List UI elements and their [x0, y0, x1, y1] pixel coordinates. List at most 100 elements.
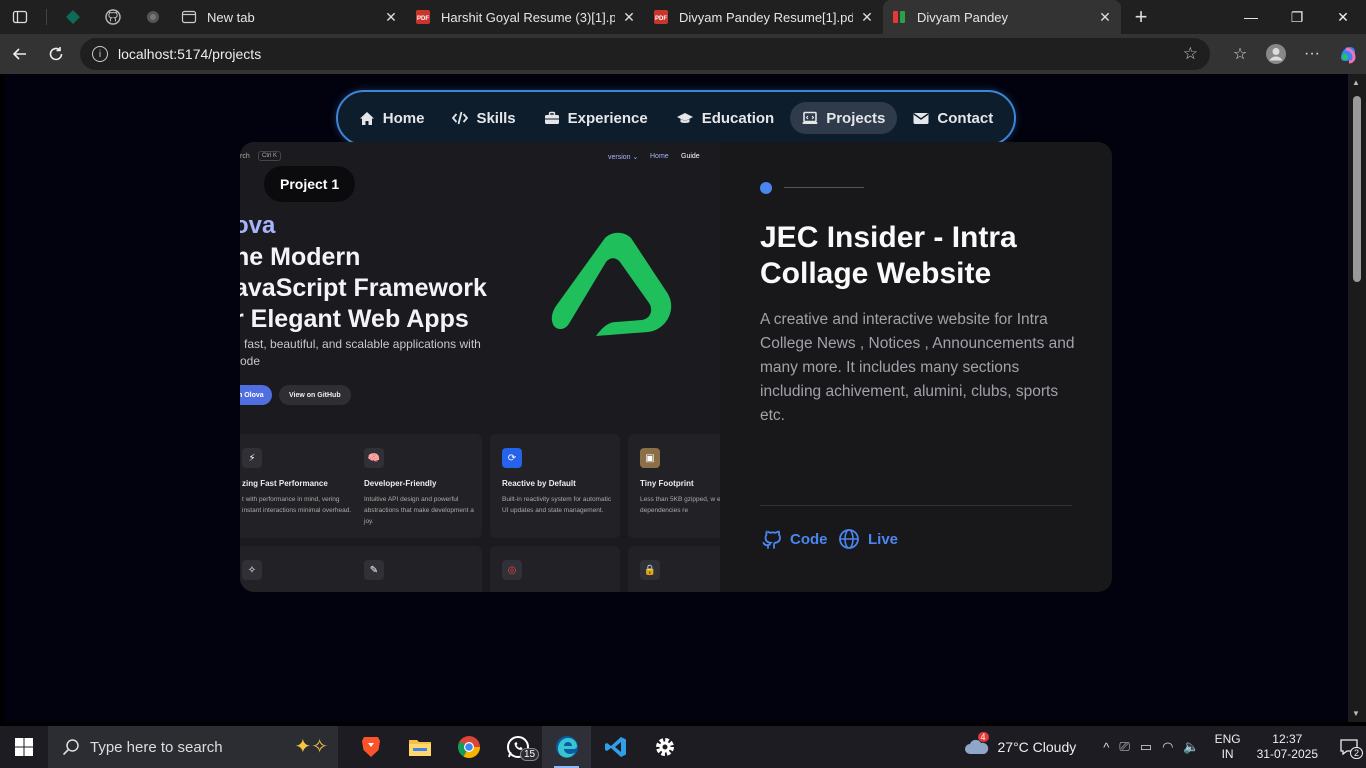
code-icon — [452, 111, 469, 125]
nav-label: Home — [382, 109, 425, 127]
screenshot-guide-link: Guide — [681, 153, 700, 160]
nav-projects[interactable]: Projects — [790, 102, 898, 134]
page-scrollbar[interactable]: ▲ ▼ — [1348, 74, 1366, 722]
taskbar-edge[interactable] — [542, 726, 591, 768]
feature-card: ✎ — [352, 546, 482, 592]
tab-divyam-resume[interactable]: PDF Divyam Pandey Resume[1].pdf ✕ — [645, 0, 883, 34]
feature-card: ▣ Tiny Footprint Less than 5KB gzipped, … — [628, 434, 720, 538]
feature-card: ⟳ Reactive by Default Built-in reactivit… — [490, 434, 620, 538]
code-link[interactable]: Code — [760, 528, 828, 550]
target-icon: ◎ — [502, 560, 522, 580]
live-link[interactable]: Live — [838, 528, 898, 550]
tab-title: Divyam Pandey Resume[1].pdf — [679, 9, 853, 25]
accent-dot — [760, 182, 772, 194]
feature-card: ◎ — [490, 546, 620, 592]
meet-icon[interactable]: ⎚ — [1119, 739, 1129, 755]
tab-divyam-pandey[interactable]: Divyam Pandey ✕ — [883, 0, 1121, 34]
taskbar-vscode[interactable] — [591, 726, 640, 768]
envelope-icon — [913, 112, 929, 124]
reload-icon — [49, 47, 63, 61]
headline-line: r Elegant Web Apps — [240, 305, 469, 333]
taskbar-file-explorer[interactable] — [395, 726, 444, 768]
project-badge: Project 1 — [264, 166, 356, 202]
screenshot-headline: he Modern avaScript Framework r Elegant … — [240, 242, 554, 335]
pinned-tab-1[interactable] — [53, 0, 93, 34]
accent-line — [784, 187, 864, 188]
nav-education[interactable]: Education — [664, 102, 787, 134]
profile-button[interactable] — [1258, 38, 1294, 70]
tab-title: Divyam Pandey — [917, 9, 1009, 25]
screenshot-subtitle: d fast, beautiful, and scalable applicat… — [240, 337, 481, 368]
screenshot-header: rch Ctrl K version ⌄ Home Guide — [240, 150, 720, 166]
scroll-up-icon[interactable]: ▲ — [1352, 78, 1360, 87]
copilot-button[interactable] — [1330, 38, 1366, 70]
close-tab-icon[interactable]: ✕ — [859, 9, 875, 26]
screenshot-primary-button: n Olova — [240, 385, 272, 405]
favorite-star-icon[interactable]: ☆ — [1183, 44, 1198, 64]
taskbar-settings[interactable] — [640, 726, 689, 768]
minimize-button[interactable]: — — [1228, 0, 1274, 34]
wifi-icon[interactable]: ◠ — [1162, 739, 1173, 755]
nav-label: Projects — [826, 109, 886, 127]
clock[interactable]: 12:37 31-07-2025 — [1257, 732, 1318, 762]
sidebar-toggle-button[interactable] — [0, 0, 40, 34]
close-tab-icon[interactable]: ✕ — [621, 9, 637, 26]
volume-icon[interactable]: 🔈 — [1183, 739, 1199, 755]
ellipsis-icon: ··· — [1304, 45, 1320, 62]
brave-icon — [361, 737, 380, 757]
favorites-icon: ☆ — [1232, 46, 1248, 63]
tab-title: New tab — [207, 9, 255, 25]
wand-icon: ✧ — [242, 560, 262, 580]
window-controls: — ❐ ✕ — [1228, 0, 1366, 34]
sidebar-icon — [12, 10, 28, 24]
scroll-down-icon[interactable]: ▼ — [1352, 709, 1360, 718]
site-info-icon[interactable]: i — [92, 46, 108, 62]
tab-title: Harshit Goyal Resume (3)[1].pdf — [441, 9, 615, 25]
favorites-button[interactable]: ☆ — [1222, 38, 1258, 70]
nav-label: Experience — [567, 109, 648, 127]
taskbar-brave[interactable] — [346, 726, 395, 768]
restore-button[interactable]: ❐ — [1274, 0, 1320, 34]
language-indicator[interactable]: ENG IN — [1215, 732, 1241, 762]
weather-widget[interactable]: 4 27°C Cloudy — [964, 731, 1076, 759]
brain-icon: 🧠 — [364, 448, 384, 468]
battery-icon[interactable]: ▭ — [1140, 739, 1152, 755]
nav-contact[interactable]: Contact — [901, 102, 1005, 134]
pinned-tab-github[interactable] — [93, 0, 133, 34]
more-menu-button[interactable]: ··· — [1294, 38, 1330, 70]
divider — [760, 505, 1072, 506]
close-tab-icon[interactable]: ✕ — [1097, 9, 1113, 26]
feature-desc: Less than 5KB gzipped, w external depend… — [640, 496, 720, 514]
start-button[interactable] — [0, 726, 48, 768]
nav-experience[interactable]: Experience — [532, 102, 660, 134]
olova-logo-icon — [551, 232, 672, 336]
close-window-button[interactable]: ✕ — [1320, 0, 1366, 34]
nav-label: Education — [701, 109, 775, 127]
pinned-tab-3[interactable] — [133, 0, 173, 34]
taskbar-chrome[interactable] — [444, 726, 493, 768]
reload-button[interactable] — [38, 38, 74, 70]
close-tab-icon[interactable]: ✕ — [383, 9, 399, 26]
github-icon — [105, 9, 121, 25]
project-screenshot: rch Ctrl K version ⌄ Home Guide ova he M… — [240, 142, 720, 592]
taskbar-whatsapp[interactable]: 15 — [493, 726, 542, 768]
tab-new-tab[interactable]: New tab ✕ — [173, 0, 407, 34]
address-bar[interactable]: i localhost:5174/projects ☆ — [80, 38, 1210, 70]
feature-title: zing Fast Performance — [242, 479, 328, 488]
feature-title: Tiny Footprint — [640, 479, 694, 488]
feature-desc: Intuitive API design and powerful abstra… — [364, 496, 474, 525]
nav-skills[interactable]: Skills — [440, 102, 527, 134]
notification-center-button[interactable]: 2 — [1332, 726, 1366, 768]
new-tab-button[interactable]: + — [1121, 0, 1161, 34]
taskbar-search[interactable]: Type here to search ✦✧ — [48, 726, 338, 768]
clock-date: 31-07-2025 — [1256, 747, 1318, 761]
github-icon — [762, 530, 781, 549]
vscode-icon — [604, 737, 626, 757]
feature-desc: Built-in reactivity system for automatic… — [502, 496, 612, 514]
back-button[interactable] — [2, 38, 38, 70]
nav-home[interactable]: Home — [347, 102, 437, 134]
search-placeholder: Type here to search — [90, 738, 223, 756]
scrollbar-thumb[interactable] — [1353, 96, 1361, 282]
tab-harshit-resume[interactable]: PDF Harshit Goyal Resume (3)[1].pdf ✕ — [407, 0, 645, 34]
chevron-up-icon[interactable]: ^ — [1103, 740, 1109, 755]
